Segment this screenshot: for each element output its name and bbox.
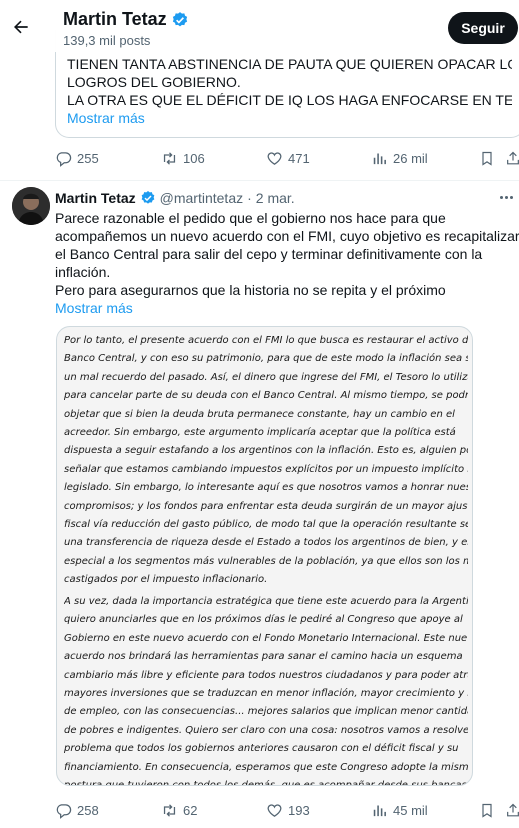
show-more-link[interactable]: Mostrar más [55,299,515,317]
doc-line: objetar que si bien la deuda bruta perma… [64,408,455,420]
doc-line: acuerdo nos brindará las herramientas pa… [64,651,463,663]
view-count: 26 mil [393,150,428,166]
like-button[interactable]: 193 [266,799,310,821]
tweet-author-line: Martin Tetaz @martintetaz · 2 mar. [55,190,295,206]
show-more-link[interactable]: Mostrar más [67,109,512,127]
quote-line: TIENEN TANTA ABSTINENCIA DE PAUTA QUE QU… [67,56,512,72]
doc-line: legislado. Sin embargo, lo interesante a… [64,482,468,494]
share-button[interactable] [505,147,519,169]
doc-line: quiero anunciarles que en los próximos d… [64,614,463,626]
doc-line: compromisos; y los fondos para enfrentar… [64,500,468,512]
doc-line: cambiario más libre y eficiente para tod… [64,669,468,681]
bookmark-button[interactable] [479,147,495,169]
verified-badge-icon [172,11,187,26]
like-icon [267,803,282,817]
doc-line: acreedor. Sin embargo, este argumento im… [64,427,456,439]
retweet-icon [163,803,176,817]
tweet-actions: 258 62 193 45 mil [55,799,519,821]
back-arrow-icon[interactable] [8,14,34,40]
document-paragraph-2: A su vez, dada la importancia estratégic… [64,593,468,786]
share-icon [507,151,519,164]
tweet-line: acompañemos un nuevo acuerdo con el FMI,… [55,228,519,244]
tweet-line: inflación. [55,264,111,280]
dot-separator: · [247,190,252,206]
doc-line: una transferencia de riqueza desde el Es… [64,537,468,549]
doc-line: mayores inversiones que se traduzcan en … [64,688,468,700]
doc-line: A su vez, dada la importancia estratégic… [64,596,468,607]
author-handle[interactable]: @martintetaz [160,190,243,206]
verified-badge-icon [141,191,154,204]
retweet-button[interactable]: 62 [161,799,197,821]
reply-count: 255 [77,150,99,166]
bookmark-icon [482,151,492,166]
doc-line: de pobres e indigentes. Quiero ser claro… [64,724,468,736]
doc-line: Por lo tanto, el presente acuerdo con el… [64,335,468,346]
tweet-divider [0,180,519,181]
doc-line: señalar que estamos cambiando impuestos … [64,463,468,475]
doc-line: postura que tuvieron con todos los demás… [64,780,468,786]
tweet-text: Parece razonable el pedido que el gobier… [55,209,519,317]
more-icon[interactable] [500,196,513,199]
profile-name-text: Martin Tetaz [63,9,167,29]
doc-line: especial a los segmentos más vulnerables… [64,555,468,567]
follow-button[interactable]: Seguir [448,12,518,44]
views-button[interactable]: 45 mil [371,799,428,821]
doc-line: Banco Central, y con eso su patrimonio, … [64,353,468,365]
doc-line: Gobierno en este nuevo acuerdo con el Fo… [64,632,468,644]
tweet-actions: 255 106 471 26 mil [55,147,519,169]
quoted-tweet-text: TIENEN TANTA ABSTINENCIA DE PAUTA QUE QU… [67,55,512,127]
quote-line: LA OTRA ES QUE EL DÉFICIT DE IQ LOS HAGA… [67,92,512,108]
doc-line: problema que todos los gobiernos anterio… [64,743,459,755]
bookmark-icon [482,803,492,818]
tweet-line: el Banco Central para salir del cepo y t… [55,246,483,262]
doc-line: castigados por el impuesto inflacionario… [64,574,268,586]
retweet-count: 106 [183,150,205,166]
views-icon [373,153,386,164]
reply-button[interactable]: 255 [55,147,99,169]
doc-line: para cancelar parte de su deuda con el B… [64,390,468,402]
tweet-line: Parece razonable el pedido que el gobier… [55,210,446,226]
document-paragraph-1: Por lo tanto, el presente acuerdo con el… [64,332,468,590]
post-count: 139,3 mil posts [63,33,151,48]
views-icon [373,805,386,816]
doc-line: un mal recuerdo del pasado. Así, el dine… [64,371,468,383]
reply-button[interactable]: 258 [55,799,99,821]
reply-icon [56,151,72,167]
doc-line: de empleo, con las consecuencias... mejo… [64,706,468,718]
doc-line: dispuesta a seguir estafando a los argen… [64,445,468,457]
doc-line: financiamiento. En consecuencia, esperam… [64,761,468,773]
reply-count: 258 [77,802,99,818]
share-icon [507,803,519,816]
avatar[interactable] [12,187,50,225]
retweet-icon [163,151,176,165]
author-name[interactable]: Martin Tetaz [55,190,136,206]
like-count: 471 [288,150,310,166]
view-count: 45 mil [393,802,428,818]
attached-document-image[interactable]: Por lo tanto, el presente acuerdo con el… [56,326,473,786]
tweet-date[interactable]: 2 mar. [256,190,295,206]
like-count: 193 [288,802,310,818]
bookmark-button[interactable] [479,799,495,821]
profile-header: Martin Tetaz 139,3 mil posts Seguir [0,0,519,52]
views-button[interactable]: 26 mil [371,147,428,169]
retweet-count: 62 [183,802,198,818]
retweet-button[interactable]: 106 [161,147,205,169]
share-button[interactable] [505,799,519,821]
doc-line: fiscal vía reducción del gasto público, … [64,519,468,531]
profile-name: Martin Tetaz [63,9,189,30]
quote-line: LOGROS DEL GOBIERNO. [67,74,241,90]
like-button[interactable]: 471 [266,147,310,169]
tweet-line: Pero para asegurarnos que la historia no… [55,282,446,298]
like-icon [267,151,282,165]
reply-icon [56,803,72,819]
